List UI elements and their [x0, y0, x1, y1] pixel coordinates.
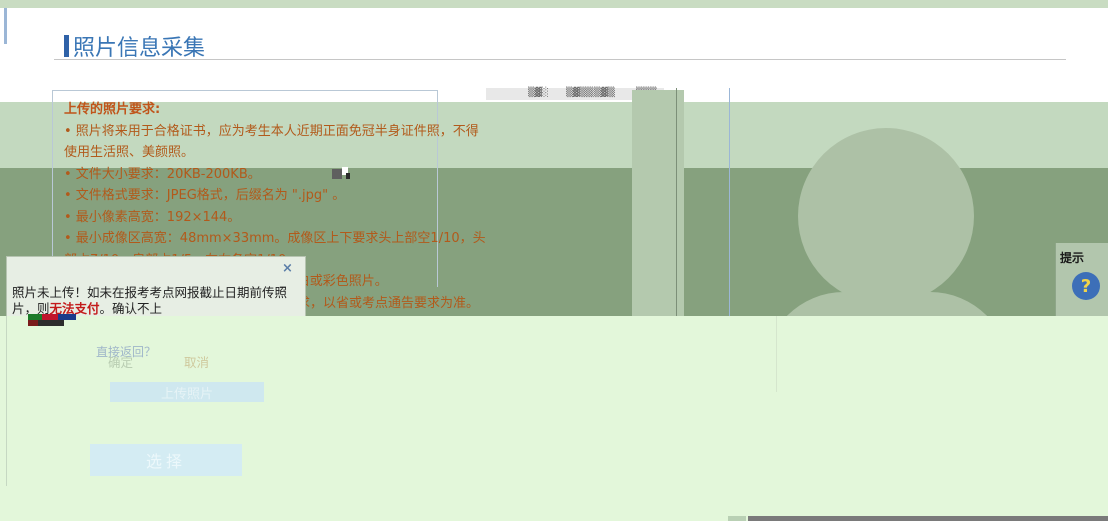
title-bar-mark [64, 35, 69, 57]
left-edge-line [6, 316, 7, 486]
overlay-band-bottom [0, 316, 1108, 521]
page-title: 照片信息采集 [64, 30, 205, 62]
page: 照片信息采集 ▒▓░ ▒▓▒▒ ▒▓▒ ▒▒▒ 上传的照片要求: • 照片将来用… [0, 0, 1108, 521]
requirement-line: • 最小成像区高宽：48mm×33mm。成像区上下要求头上部空1/10，头 [64, 231, 486, 246]
cancel-button[interactable]: 取消 [184, 352, 209, 371]
tip-label: 提示 [1060, 251, 1085, 265]
pixel-glitch [28, 314, 96, 326]
page-title-text: 照片信息采集 [73, 36, 206, 61]
close-icon[interactable]: × [282, 261, 293, 276]
requirements-heading: 上传的照片要求: [64, 102, 161, 117]
left-edge-marker [4, 8, 7, 44]
upload-photo-button[interactable]: 上传照片 [110, 382, 264, 402]
panel-edge-line [776, 316, 777, 392]
panel-divider [676, 88, 677, 316]
requirement-line: 使用生活照、美颜照。 [64, 145, 195, 160]
requirement-line: • 文件格式要求：JPEG格式，后缀名为 ".jpg" 。 [64, 188, 346, 203]
bottom-scrollbar[interactable] [748, 516, 1108, 521]
question-icon: ? [1072, 272, 1100, 300]
panel-divider [729, 88, 730, 316]
requirement-line: • 最小像素高宽：192×144。 [64, 209, 241, 225]
header-divider [54, 59, 1066, 60]
noise-glyph: ▒▓▒ [594, 88, 615, 98]
bottom-mark [728, 516, 746, 521]
noise-glyph: ▒▓░ [528, 88, 549, 98]
noise-glyph: ▒▓▒▒ [566, 88, 594, 98]
requirement-line: • 照片将来用于合格证书，应为考生本人近期正面免冠半身证件照，不得 [64, 123, 479, 139]
avatar-placeholder-head [798, 128, 974, 304]
top-bar [0, 0, 1108, 8]
dialog-message-part: 。确认不上 [99, 301, 163, 316]
choose-photo-button[interactable]: 选择 [90, 444, 242, 476]
cursor-glitch [332, 167, 352, 181]
confirm-button[interactable]: 确定 [108, 352, 133, 371]
